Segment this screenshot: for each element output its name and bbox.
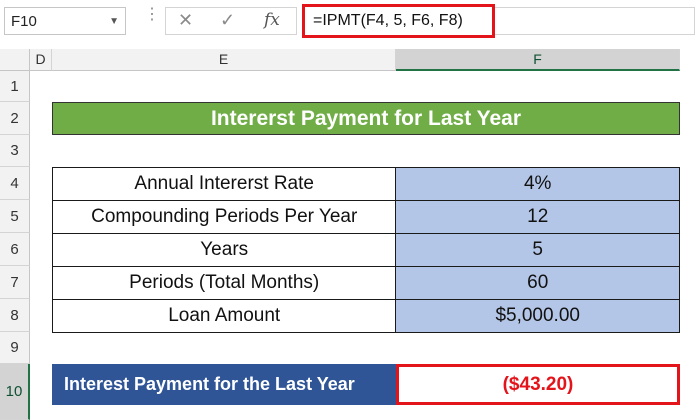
- column-header-f[interactable]: F: [396, 49, 680, 71]
- row-header-10[interactable]: 10: [0, 364, 30, 420]
- formula-text: =IPMT(F4, 5, F6, F8): [313, 12, 463, 29]
- input-label[interactable]: Annual Intererst Rate: [51, 167, 397, 201]
- formula-buttons: ✕ ✓ fx: [165, 7, 297, 35]
- input-table: Annual Intererst Rate 4% Compounding Per…: [51, 167, 680, 333]
- input-value[interactable]: 4%: [395, 167, 680, 201]
- more-options-icon[interactable]: ⋮: [144, 7, 160, 23]
- column-header-d[interactable]: D: [30, 49, 52, 71]
- column-header-e[interactable]: E: [52, 49, 396, 71]
- table-row: Periods (Total Months) 60: [51, 266, 680, 300]
- table-title[interactable]: Intererst Payment for Last Year: [52, 102, 680, 135]
- row-header-4[interactable]: 4: [0, 167, 30, 200]
- select-all-corner[interactable]: [0, 49, 30, 71]
- input-value[interactable]: 60: [395, 266, 680, 300]
- table-row: Compounding Periods Per Year 12: [51, 200, 680, 234]
- input-label[interactable]: Years: [51, 233, 397, 267]
- row-header-3[interactable]: 3: [0, 135, 30, 167]
- table-row: Loan Amount $5,000.00: [51, 299, 680, 333]
- enter-icon[interactable]: ✓: [220, 10, 235, 31]
- name-box[interactable]: F10 ▼: [4, 7, 126, 35]
- table-row: Annual Intererst Rate 4%: [51, 167, 680, 201]
- row-header-1[interactable]: 1: [0, 71, 30, 102]
- cancel-icon[interactable]: ✕: [178, 10, 193, 31]
- table-row: Years 5: [51, 233, 680, 267]
- row-header-7[interactable]: 7: [0, 266, 30, 299]
- row-header-8[interactable]: 8: [0, 299, 30, 332]
- name-box-value: F10: [11, 13, 37, 30]
- input-value[interactable]: 5: [395, 233, 680, 267]
- formula-input-extension[interactable]: [495, 7, 695, 35]
- formula-input[interactable]: =IPMT(F4, 5, F6, F8): [302, 4, 495, 38]
- input-label[interactable]: Loan Amount: [51, 299, 397, 333]
- result-value-cell[interactable]: ($43.20): [396, 364, 680, 405]
- input-label[interactable]: Compounding Periods Per Year: [51, 200, 397, 234]
- formula-bar: F10 ▼ ⋮ ✕ ✓ fx =IPMT(F4, 5, F6, F8): [0, 0, 700, 45]
- input-value[interactable]: $5,000.00: [395, 299, 680, 333]
- row-header-6[interactable]: 6: [0, 233, 30, 266]
- row-header-2[interactable]: 2: [0, 102, 30, 135]
- insert-function-icon[interactable]: fx: [264, 10, 280, 30]
- input-label[interactable]: Periods (Total Months): [51, 266, 397, 300]
- row-header-5[interactable]: 5: [0, 200, 30, 233]
- result-label[interactable]: Interest Payment for the Last Year: [52, 364, 396, 405]
- chevron-down-icon[interactable]: ▼: [109, 16, 119, 27]
- input-value[interactable]: 12: [395, 200, 680, 234]
- row-header-9[interactable]: 9: [0, 332, 30, 364]
